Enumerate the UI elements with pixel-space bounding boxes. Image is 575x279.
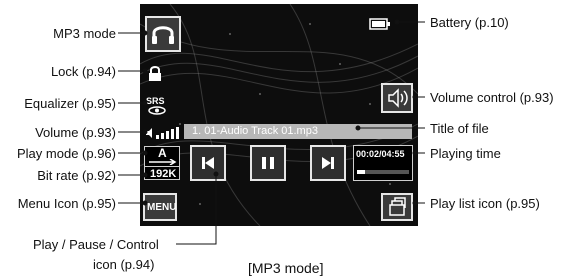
callout-lock: Lock (p.94) xyxy=(50,64,116,79)
leader-play-control xyxy=(176,174,217,245)
callout-play-control-line1: Play / Pause / Control xyxy=(33,237,159,252)
callout-menu-icon: Menu Icon (p.95) xyxy=(17,196,116,211)
callout-play-control-line2: icon (p.94) xyxy=(93,257,155,272)
callout-play-list-icon: Play list icon (p.95) xyxy=(430,196,540,211)
callout-playing-time: Playing time xyxy=(430,146,501,161)
callout-bit-rate: Bit rate (p.92) xyxy=(37,168,116,183)
callout-equalizer: Equalizer (p.95) xyxy=(24,96,116,111)
figure-caption: [MP3 mode] xyxy=(248,260,324,276)
callout-volume-control: Volume control (p.93) xyxy=(430,90,554,105)
callout-title-of-file: Title of file xyxy=(430,121,489,136)
callout-play-mode: Play mode (p.96) xyxy=(17,146,116,161)
callout-volume: Volume (p.93) xyxy=(35,125,116,140)
callout-battery: Battery (p.10) xyxy=(430,15,509,30)
callout-mp3-mode: MP3 mode xyxy=(53,26,116,41)
